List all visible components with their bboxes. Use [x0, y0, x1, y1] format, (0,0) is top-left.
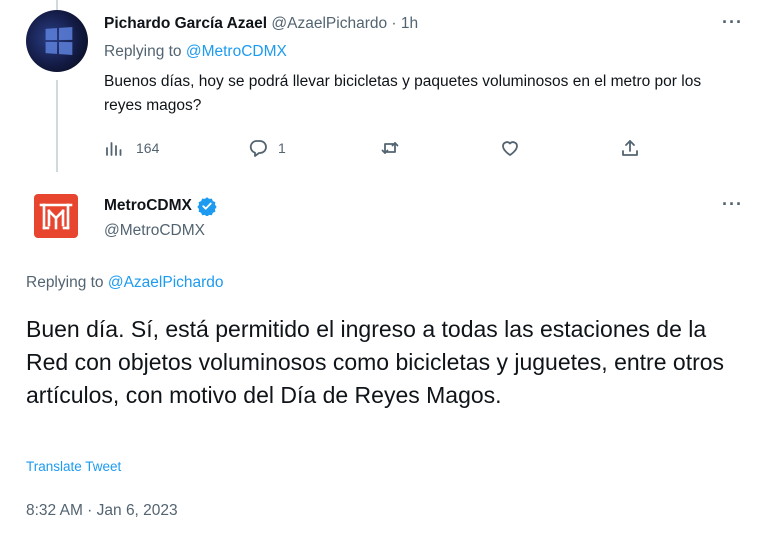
avatar[interactable]	[26, 10, 88, 72]
author-name-row: MetroCDMX	[104, 196, 217, 216]
author-name[interactable]: Pichardo García Azael	[104, 15, 267, 32]
share-button[interactable]	[620, 137, 640, 159]
replying-prefix: Replying to	[26, 274, 108, 291]
like-icon	[502, 141, 518, 156]
more-options-icon[interactable]: ···	[722, 194, 743, 215]
views-button[interactable]: 164	[104, 137, 159, 159]
verified-badge-icon	[197, 197, 217, 216]
share-icon	[622, 140, 638, 156]
reply-button[interactable]: 1	[248, 137, 286, 159]
retweet-icon	[381, 142, 399, 154]
author-name[interactable]: MetroCDMX	[104, 197, 192, 215]
tweet-timestamp[interactable]: 8:32 AM · Jan 6, 2023	[26, 502, 178, 520]
mention-link[interactable]: @AzaelPichardo	[108, 274, 224, 291]
reply-count: 1	[278, 140, 286, 156]
thread-line-connector	[56, 80, 58, 172]
tweet-header: Pichardo García Azael @AzaelPichardo · 1…	[104, 15, 418, 33]
metro-logo-icon	[39, 203, 73, 230]
author-handle[interactable]: @MetroCDMX	[104, 222, 205, 240]
retweet-button[interactable]	[380, 137, 400, 159]
thread-line-top	[56, 0, 58, 10]
replying-to: Replying to @MetroCDMX	[104, 43, 287, 61]
mention-link[interactable]: @MetroCDMX	[186, 43, 287, 60]
like-button[interactable]	[500, 137, 520, 159]
translate-tweet-link[interactable]: Translate Tweet	[26, 459, 121, 474]
author-handle-time: @AzaelPichardo · 1h	[267, 15, 419, 32]
metro-logo-avatar[interactable]	[34, 194, 78, 238]
replying-to: Replying to @AzaelPichardo	[26, 274, 224, 292]
more-options-icon[interactable]: ···	[722, 12, 743, 33]
windows-logo-icon	[45, 26, 73, 56]
views-count: 164	[136, 140, 160, 156]
reply-icon	[249, 140, 267, 157]
replying-prefix: Replying to	[104, 43, 186, 60]
views-icon	[106, 142, 122, 156]
tweet-text: Buenos días, hoy se podrá llevar bicicle…	[104, 73, 702, 114]
tweet-text: Buen día. Sí, está permitido el ingreso …	[26, 316, 725, 408]
